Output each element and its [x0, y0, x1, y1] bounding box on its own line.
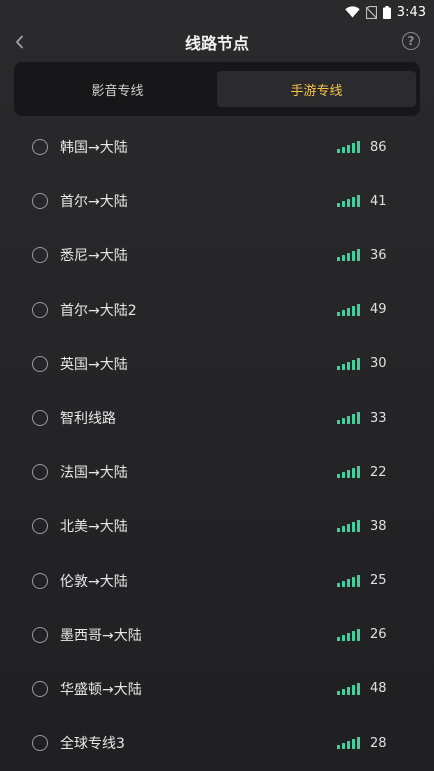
- radio-button[interactable]: [32, 193, 48, 210]
- route-name: 首尔→大陆: [60, 194, 128, 211]
- route-latency: 30: [370, 356, 387, 372]
- route-latency: 36: [370, 247, 387, 263]
- route-item[interactable]: 首尔→大陆 41: [0, 174, 434, 228]
- route-item[interactable]: 华盛顿→大陆 48: [0, 662, 434, 716]
- radio-button[interactable]: [32, 680, 48, 697]
- signal-strength-icon: [337, 141, 360, 154]
- tab-mobile-game-line[interactable]: 手游专线: [217, 71, 416, 107]
- route-name: 全球专线3: [60, 736, 125, 753]
- route-item[interactable]: 全球专线3 28: [0, 716, 434, 770]
- route-name: 墨西哥→大陆: [60, 627, 142, 644]
- radio-button[interactable]: [32, 626, 48, 643]
- route-name: 伦敦→大陆: [60, 573, 128, 590]
- app-header: 线路节点 ?: [0, 24, 434, 60]
- route-latency: 33: [370, 410, 387, 426]
- route-name: 悉尼→大陆: [60, 248, 128, 265]
- radio-button[interactable]: [32, 518, 48, 535]
- route-name: 英国→大陆: [60, 356, 128, 373]
- route-latency: 25: [370, 573, 387, 589]
- route-item[interactable]: 墨西哥→大陆 26: [0, 608, 434, 662]
- route-latency: 22: [370, 464, 387, 480]
- route-item[interactable]: 悉尼→大陆 36: [0, 228, 434, 282]
- signal-strength-icon: [337, 737, 360, 750]
- radio-button[interactable]: [32, 139, 48, 156]
- route-latency: 26: [370, 627, 387, 643]
- status-bar: 3:43: [0, 0, 434, 24]
- route-type-tabs: 影音专线 手游专线: [14, 62, 420, 116]
- page-title: 线路节点: [184, 34, 249, 53]
- signal-strength-icon: [337, 682, 360, 695]
- status-time: 3:43: [396, 4, 426, 20]
- signal-strength-icon: [337, 412, 360, 425]
- route-latency: 86: [370, 139, 387, 155]
- route-name: 北美→大陆: [60, 519, 128, 536]
- chevron-left-icon: [16, 35, 23, 49]
- tab-video-line[interactable]: 影音专线: [18, 71, 217, 107]
- route-item[interactable]: 韩国→大陆 86: [0, 120, 434, 174]
- radio-button[interactable]: [32, 735, 48, 752]
- route-latency: 28: [370, 735, 387, 751]
- radio-button[interactable]: [32, 410, 48, 427]
- signal-strength-icon: [337, 195, 360, 208]
- help-button[interactable]: ?: [402, 32, 420, 50]
- route-name: 法国→大陆: [60, 465, 128, 482]
- route-item[interactable]: 英国→大陆 30: [0, 337, 434, 391]
- signal-strength-icon: [337, 628, 360, 641]
- route-latency: 41: [370, 193, 387, 209]
- route-item[interactable]: 伦敦→大陆 25: [0, 554, 434, 608]
- route-list: 韩国→大陆 86 首尔→大陆 41 悉尼→大陆 36 首尔→大陆2 49 英国→…: [0, 120, 434, 770]
- route-item[interactable]: 首尔→大陆2 49: [0, 283, 434, 337]
- route-name: 首尔→大陆2: [60, 302, 137, 319]
- route-latency: 49: [370, 302, 387, 318]
- back-button[interactable]: [8, 28, 32, 56]
- route-name: 智利线路: [60, 411, 116, 428]
- route-item[interactable]: 法国→大陆 22: [0, 445, 434, 499]
- route-name: 韩国→大陆: [60, 140, 128, 157]
- route-item[interactable]: 北美→大陆 38: [0, 499, 434, 553]
- signal-strength-icon: [337, 303, 360, 316]
- radio-button[interactable]: [32, 572, 48, 589]
- route-latency: 48: [370, 681, 387, 697]
- signal-strength-icon: [337, 574, 360, 587]
- signal-strength-icon: [337, 520, 360, 533]
- radio-button[interactable]: [32, 247, 48, 264]
- radio-button[interactable]: [32, 301, 48, 318]
- radio-button[interactable]: [32, 464, 48, 481]
- route-name: 华盛顿→大陆: [60, 681, 142, 698]
- no-sim-icon: [365, 5, 377, 19]
- wifi-icon: [345, 6, 360, 18]
- radio-button[interactable]: [32, 355, 48, 372]
- signal-strength-icon: [337, 466, 360, 479]
- route-item[interactable]: 智利线路 33: [0, 391, 434, 445]
- question-mark-icon: ?: [407, 34, 415, 48]
- battery-icon: [382, 5, 391, 19]
- route-latency: 38: [370, 518, 387, 534]
- signal-strength-icon: [337, 357, 360, 370]
- signal-strength-icon: [337, 249, 360, 262]
